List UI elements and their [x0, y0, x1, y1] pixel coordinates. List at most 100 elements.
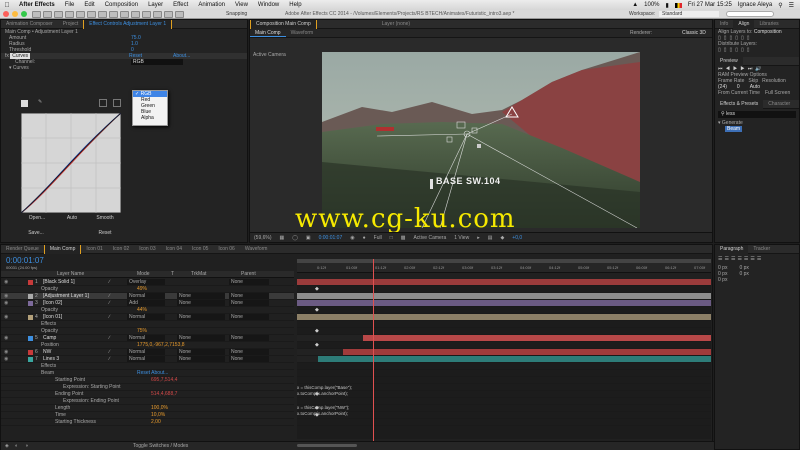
layer-row[interactable]: ◉▸ 5 Camp∕Normal None None: [1, 335, 294, 342]
distribute-icons[interactable]: ▯▯▯▯▯▯: [715, 47, 799, 53]
renderer-value[interactable]: Classic 3D: [682, 30, 706, 36]
track-row[interactable]: ◆: [297, 391, 711, 398]
property-row[interactable]: Effects: [1, 321, 294, 328]
property-row[interactable]: Length 100,0%: [1, 405, 294, 412]
layer-duration-bar[interactable]: [363, 335, 711, 341]
puppet-tool-icon[interactable]: [175, 11, 184, 18]
label-color-swatch[interactable]: [28, 336, 33, 341]
tab-paragraph[interactable]: Paragraph: [715, 244, 749, 254]
curve-pencil-icon[interactable]: ✎: [38, 99, 42, 105]
time-ruler[interactable]: 0:12f 01:00f 01:12f 02:00f 02:12f 03:00f 03:12…: [297, 259, 711, 273]
full-screen-checkbox[interactable]: Full Screen: [765, 90, 790, 96]
paragraph-align-icons[interactable]: ☰☰☰☰☰☰☰: [715, 256, 799, 262]
layer-mode-select[interactable]: Normal: [127, 314, 165, 320]
tab-render-queue[interactable]: Render Queue: [1, 246, 44, 252]
property-value[interactable]: 2,00: [151, 419, 161, 425]
smooth-button[interactable]: Smooth: [94, 215, 116, 222]
brush-tool-icon[interactable]: [131, 11, 140, 18]
eye-icon[interactable]: ◉: [4, 293, 12, 299]
roto-tool-icon[interactable]: [164, 11, 173, 18]
apple-icon[interactable]: : [0, 2, 14, 9]
switch-icon[interactable]: ∕: [109, 293, 127, 299]
layer-duration-bar[interactable]: [342, 349, 711, 355]
property-value[interactable]: 75%: [137, 328, 147, 334]
channels-icon[interactable]: ●: [363, 235, 366, 241]
property-row[interactable]: Opacity 75%: [1, 328, 294, 335]
grid-icon[interactable]: ▦: [280, 235, 285, 241]
subtab-waveform[interactable]: Waveform: [286, 30, 319, 36]
work-area-bar[interactable]: [297, 259, 711, 263]
label-color-swatch[interactable]: [28, 350, 33, 355]
layer-mode-select[interactable]: Normal: [127, 335, 165, 341]
layer-duration-bar[interactable]: [317, 356, 711, 362]
property-row[interactable]: Opacity 44%: [1, 307, 294, 314]
curve-channel-swatch-icon[interactable]: [21, 100, 28, 107]
layer-row[interactable]: ◉▸ 1 [Black Solid 1]∕Overlay None: [1, 279, 294, 286]
layer-name[interactable]: [Icon 02]: [43, 300, 109, 306]
align-to-select[interactable]: Composition: [754, 29, 782, 35]
snapshot-icon[interactable]: ◉: [350, 235, 354, 241]
tab-icon-04[interactable]: Icon 04: [161, 246, 187, 252]
track-row[interactable]: [297, 377, 711, 384]
layer-duration-bar[interactable]: [297, 300, 711, 306]
track-row[interactable]: [297, 398, 711, 405]
layer-mode-select[interactable]: Normal: [127, 349, 165, 355]
tab-composition-main[interactable]: Composition Main Comp: [250, 19, 317, 29]
channel-option-alpha[interactable]: Alpha: [133, 115, 167, 121]
layer-mode-select[interactable]: Overlay: [127, 279, 165, 285]
switch-icon[interactable]: ∕: [109, 300, 127, 306]
layer-row[interactable]: ◉▸ 3 [Icon 02]∕Add None None: [1, 300, 294, 307]
col-layer-name[interactable]: Layer Name: [57, 271, 84, 277]
current-time-indicator[interactable]: [373, 259, 374, 445]
tab-icon-05[interactable]: Icon 05: [187, 246, 213, 252]
tab-libraries[interactable]: Libraries: [754, 21, 783, 27]
track-row[interactable]: ◆: [297, 412, 711, 419]
tab-tracker[interactable]: Tracker: [748, 246, 775, 252]
track-row[interactable]: ◆: [297, 286, 711, 293]
menu-composition[interactable]: Composition: [100, 2, 143, 8]
parent-select[interactable]: None: [229, 300, 269, 306]
curve-tool-icon[interactable]: [99, 99, 107, 107]
switch-icon[interactable]: ∕: [109, 279, 127, 285]
switch-icon[interactable]: ∕: [109, 349, 127, 355]
property-row[interactable]: Time 10,0%: [1, 412, 294, 419]
current-time-display[interactable]: 0:00:01:07: [319, 235, 343, 241]
track-row[interactable]: [297, 300, 711, 307]
type-tool-icon[interactable]: [120, 11, 129, 18]
track-row[interactable]: [297, 321, 711, 328]
tab-align[interactable]: Align: [733, 19, 755, 29]
tab-effects-presets[interactable]: Effects & Presets: [715, 99, 764, 109]
space-after-value[interactable]: 0 px: [718, 277, 727, 283]
expand-triangle-icon[interactable]: ▸: [12, 293, 31, 299]
layer-duration-bar[interactable]: [297, 279, 711, 285]
track-area[interactable]: ◆ ◆ ◆ ◆ ◆ ◆ ◆: [297, 279, 711, 439]
label-color-swatch[interactable]: [28, 301, 33, 306]
eye-icon[interactable]: ◉: [4, 314, 12, 320]
property-value[interactable]: 49%: [137, 286, 147, 292]
property-row[interactable]: Ending Point 514,4,688,7: [1, 391, 294, 398]
user-name[interactable]: Ignace Aleya: [738, 2, 772, 8]
transparency-grid-icon[interactable]: ▩: [401, 235, 406, 241]
property-row[interactable]: Opacity 49%: [1, 286, 294, 293]
track-row[interactable]: [297, 363, 711, 370]
expand-triangle-icon[interactable]: ▸: [12, 279, 31, 285]
track-row[interactable]: [297, 349, 711, 356]
menu-file[interactable]: File: [60, 2, 80, 8]
clock[interactable]: Fri 27 Mar 15:25: [688, 2, 732, 8]
track-row[interactable]: ◆: [297, 307, 711, 314]
space-before-value[interactable]: 0 px: [739, 271, 748, 277]
tab-project[interactable]: Project: [58, 21, 84, 27]
col-t[interactable]: T: [171, 271, 174, 277]
property-value[interactable]: 1775,0,-967,2,7153,8: [137, 342, 185, 348]
track-row[interactable]: ◆: [297, 328, 711, 335]
mask-tool-icon[interactable]: [98, 11, 107, 18]
menu-effect[interactable]: Effect: [168, 2, 193, 8]
layer-switches-icon[interactable]: ◐: [15, 443, 18, 449]
property-value[interactable]: 514,4,688,7: [151, 391, 177, 397]
open-button[interactable]: Open...: [25, 215, 49, 222]
switch-icon[interactable]: ∕: [109, 356, 127, 362]
menu-animation[interactable]: Animation: [193, 2, 230, 8]
tab-preview[interactable]: Preview: [715, 56, 743, 66]
tab-layer-none[interactable]: Layer (none): [377, 21, 415, 27]
toggle-switches-modes[interactable]: Toggle Switches / Modes: [133, 443, 188, 449]
